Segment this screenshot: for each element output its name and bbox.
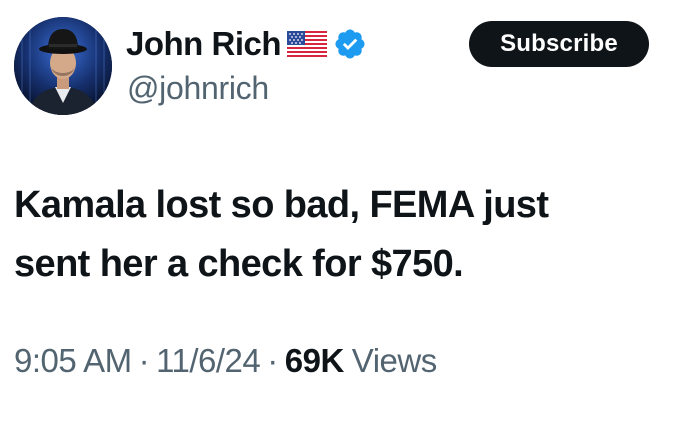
tweet-text-line: sent her a check for $750. [14, 243, 464, 285]
avatar-image [14, 17, 112, 115]
tweet-time[interactable]: 9:05 AM [14, 342, 132, 380]
us-flag-icon [287, 31, 328, 57]
meta-separator: · [267, 342, 278, 379]
tweet-date[interactable]: 11/6/24 [156, 342, 261, 380]
verified-badge-icon[interactable] [333, 27, 367, 61]
author-display-name[interactable]: John Rich [126, 25, 282, 63]
views-label: Views [351, 342, 437, 379]
tweet-text: Kamala lost so bad, FEMA just sent her a… [14, 176, 654, 294]
tweet-meta: 9:05 AM · 11/6/24 · 69K Views [14, 338, 437, 384]
tweet-text-line: Kamala lost so bad, FEMA just [14, 184, 549, 226]
subscribe-button[interactable]: Subscribe [469, 21, 649, 67]
views-count[interactable]: 69K [285, 342, 345, 380]
avatar[interactable] [14, 17, 112, 115]
meta-separator: · [138, 342, 150, 379]
tweet-header: John Rich @johnrich Subscribe [0, 0, 677, 130]
author-name-row: John Rich [126, 22, 367, 66]
author-handle[interactable]: @johnrich [127, 70, 269, 107]
